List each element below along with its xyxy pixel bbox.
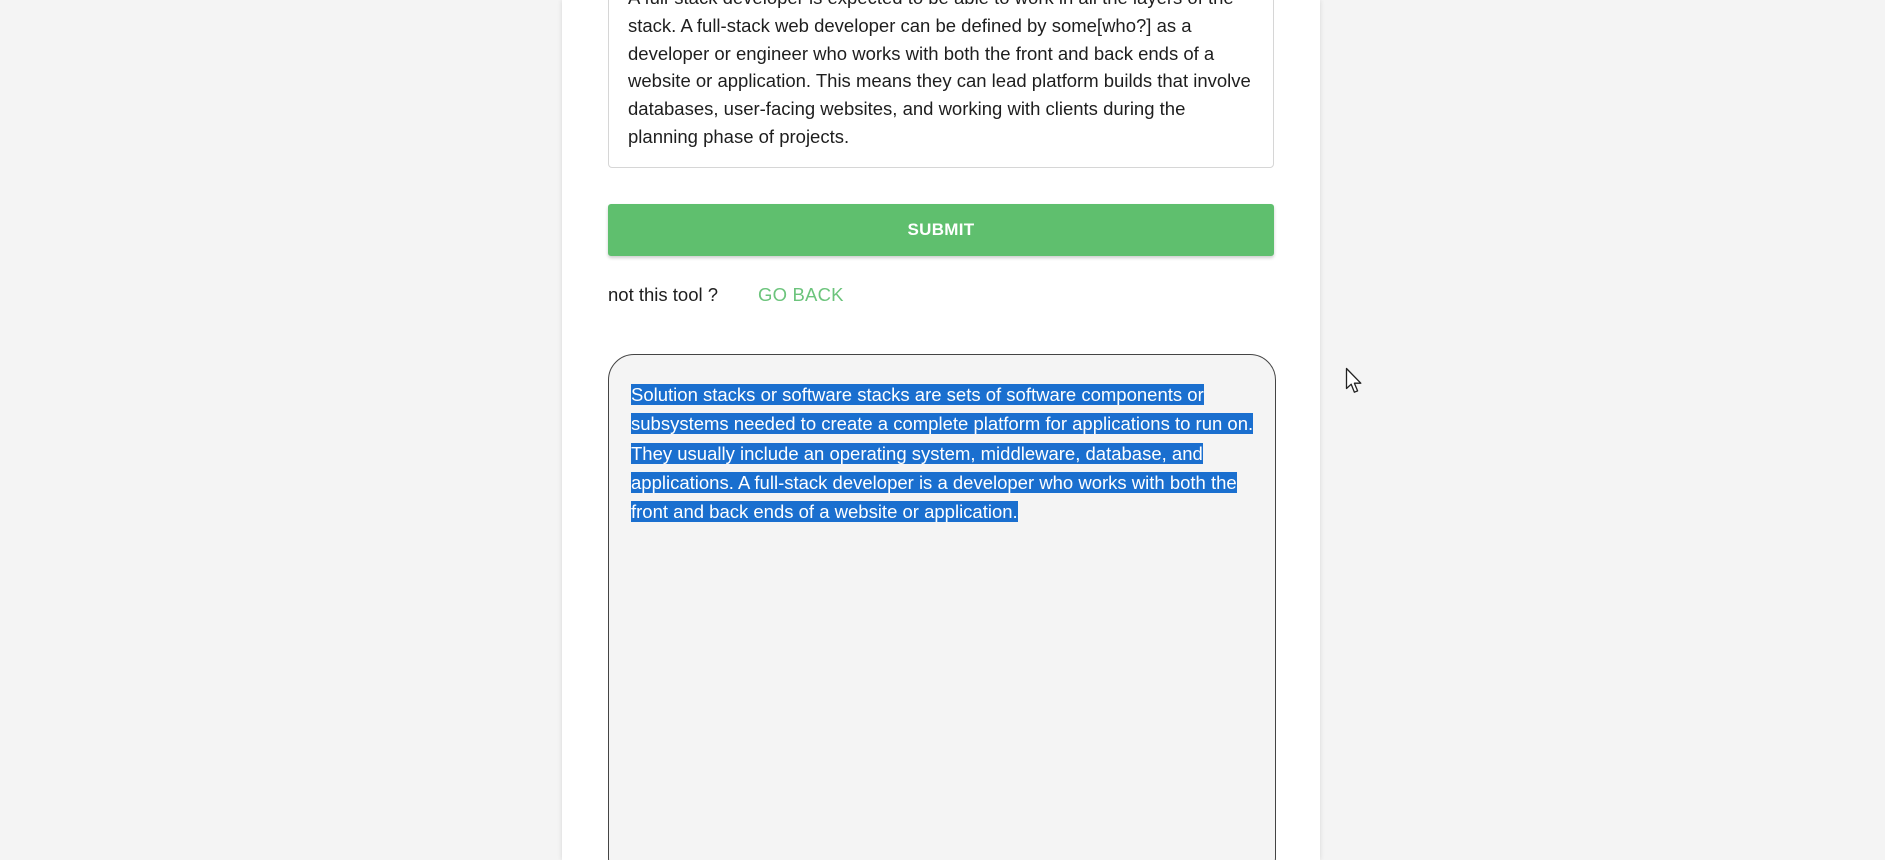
not-this-tool-label: not this tool ? — [608, 284, 719, 305]
page: A full-stack developer is expected to be… — [0, 0, 1885, 860]
output-text-selected[interactable]: Solution stacks or software stacks are s… — [631, 384, 1254, 523]
output-result-box[interactable]: Solution stacks or software stacks are s… — [608, 354, 1276, 860]
submit-button[interactable]: SUBMIT — [608, 204, 1274, 256]
output-text-container[interactable]: Solution stacks or software stacks are s… — [631, 380, 1263, 526]
back-row: not this tool ? GO BACK — [608, 284, 844, 308]
input-text-area[interactable]: A full-stack developer is expected to be… — [608, 0, 1274, 168]
go-back-link[interactable]: GO BACK — [758, 284, 844, 306]
mouse-pointer-icon — [1345, 367, 1362, 393]
input-text[interactable]: A full-stack developer is expected to be… — [628, 0, 1258, 151]
